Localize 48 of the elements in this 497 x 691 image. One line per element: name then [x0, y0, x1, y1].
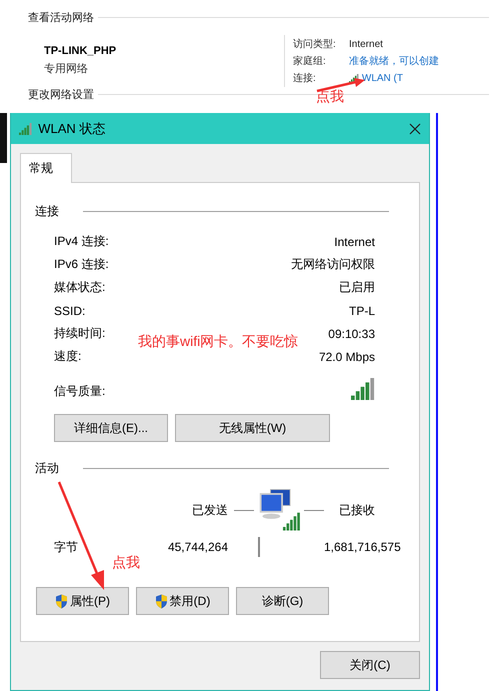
wifi-signal-icon	[19, 122, 32, 134]
network-name: TP-LINK_PHP	[44, 45, 118, 57]
field-value: 已启用	[339, 279, 375, 296]
close-button[interactable]: 关闭(C)	[320, 651, 420, 679]
group-title: 活动	[35, 460, 59, 477]
detail-label: 访问类型:	[293, 38, 337, 51]
detail-value: Internet	[349, 38, 383, 50]
annotation-text: 点我	[112, 554, 140, 572]
dialog-button[interactable]: 详细信息(E)...	[54, 414, 168, 442]
tab[interactable]: 常规	[20, 153, 72, 183]
field-label: 媒体状态:	[54, 279, 106, 296]
detail-label: 家庭组:	[293, 54, 327, 68]
detail-label: 连接:	[293, 72, 317, 85]
signal-quality-icon	[350, 378, 375, 400]
field-value: 09:10:33	[328, 326, 375, 340]
field-value: 72.0 Mbps	[318, 350, 375, 364]
detail-link[interactable]: 准备就绪，可以创建	[349, 54, 439, 68]
field-value: 无网络访问权限	[291, 256, 375, 273]
bytes-sent: 45,744,264	[168, 540, 228, 554]
dialog-button[interactable]: 属性(P)	[36, 587, 129, 615]
field-value: TP-L	[348, 304, 375, 318]
section-title: 查看活动网络	[28, 11, 94, 25]
group-title: 连接	[35, 203, 59, 220]
bytes-label: 字节	[54, 538, 79, 556]
section-title: 更改网络设置	[28, 88, 94, 102]
dialog-button[interactable]: 禁用(D)	[136, 587, 229, 615]
field-label: IPv6 连接:	[54, 256, 109, 273]
field-label: SSID:	[54, 304, 86, 318]
shield-icon	[154, 594, 168, 608]
field-label: IPv4 连接:	[54, 233, 109, 250]
field-label: 持续时间:	[54, 325, 106, 342]
sent-label: 已发送	[192, 502, 228, 518]
background-window-edge	[0, 113, 7, 163]
field-value: Internet	[334, 234, 375, 248]
shield-icon	[55, 594, 68, 608]
dialog-button[interactable]: 诊断(G)	[236, 587, 329, 615]
network-type: 专用网络	[44, 62, 89, 76]
annotation-text: 点我	[316, 88, 344, 106]
dialog-button[interactable]: 无线属性(W)	[175, 414, 330, 442]
window-title: WLAN 状态	[38, 120, 106, 138]
field-label: 速度:	[54, 348, 82, 365]
detail-link[interactable]: WLAN (T	[362, 72, 403, 84]
bytes-received: 1,681,716,575	[324, 540, 401, 554]
close-icon[interactable]	[409, 122, 421, 134]
network-computers-icon	[258, 487, 300, 533]
received-label: 已接收	[339, 502, 375, 518]
field-label: 信号质量:	[54, 383, 106, 400]
annotation-text: 我的事wifi网卡。不要吃惊	[138, 333, 298, 351]
